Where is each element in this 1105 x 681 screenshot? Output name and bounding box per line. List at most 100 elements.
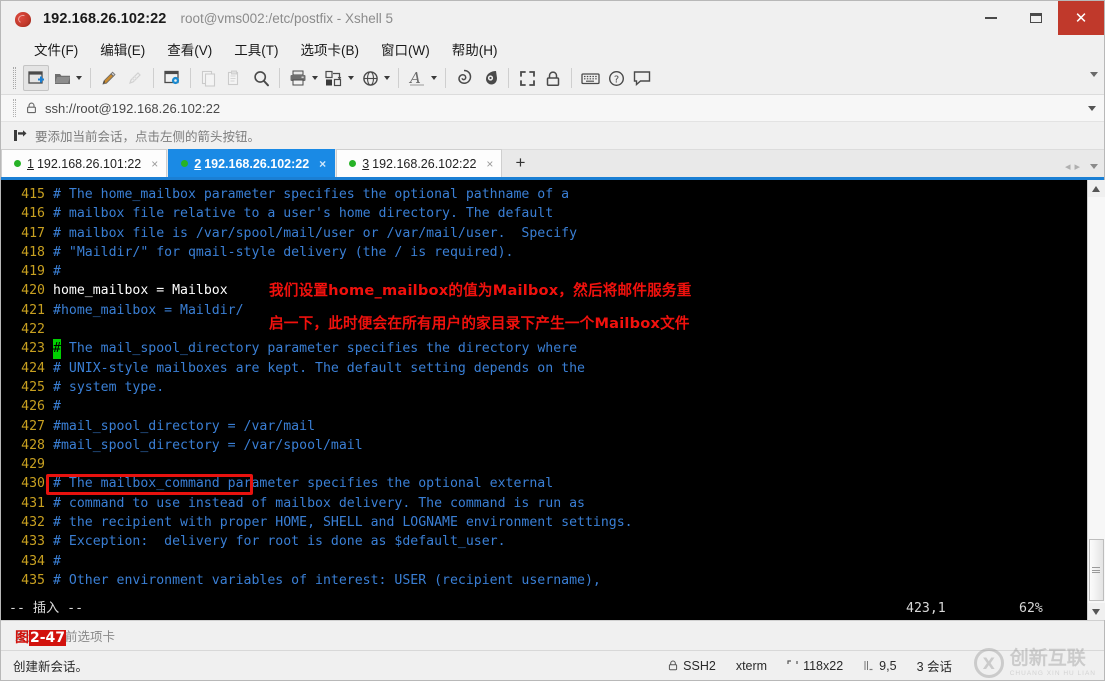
vim-status-line: -- 插入 -- 423,1 62% — [1, 598, 1087, 620]
tab-session-2[interactable]: 2 192.168.26.102:22 × — [168, 149, 336, 177]
scrollbar-track[interactable] — [1087, 197, 1105, 603]
terminal-line-number: 417 — [21, 225, 45, 241]
watermark-name-en: CHUANG XIN HU LIAN — [1009, 670, 1096, 677]
terminal-line: 416 # mailbox file relative to a user's h… — [7, 204, 1087, 223]
tab-session-3[interactable]: 3 192.168.26.102:22 × — [336, 149, 503, 177]
terminal-line-number: 428 — [21, 437, 45, 453]
session-properties-icon[interactable] — [159, 65, 185, 91]
find-icon[interactable] — [248, 65, 274, 91]
close-button[interactable]: ✕ — [1058, 1, 1104, 35]
help-icon[interactable]: ? — [603, 65, 629, 91]
toolbar-separator — [508, 68, 509, 88]
terminal-line-number: 420 — [21, 283, 45, 299]
xftp-icon[interactable] — [451, 65, 477, 91]
vim-mode-indicator: -- 插入 -- — [9, 601, 84, 617]
toolbar-overflow-icon[interactable] — [1090, 72, 1098, 77]
terminal-line: 431 # command to use instead of mailbox d… — [7, 494, 1087, 513]
print-icon[interactable] — [285, 65, 311, 91]
tab-close-icon[interactable]: × — [486, 157, 493, 171]
terminal-line-text: # Other environment variables of interes… — [53, 572, 601, 588]
menu-file[interactable]: 文件(F) — [23, 37, 89, 61]
keyboard-icon[interactable] — [577, 65, 603, 91]
toolbar-grip[interactable] — [13, 67, 16, 89]
menu-tools[interactable]: 工具(T) — [223, 37, 289, 61]
tab-status-dot-icon — [349, 160, 357, 167]
terminal-line-text: # "Maildir/" for qmail-style delivery (t… — [53, 244, 514, 260]
terminal-line-number: 429 — [21, 457, 45, 473]
toolbar-separator — [571, 68, 572, 88]
scrollbar-thumb[interactable] — [1088, 539, 1104, 601]
tab-scroll-right-icon[interactable]: ▸ — [1074, 160, 1080, 173]
add-to-favorites-icon[interactable] — [13, 129, 27, 142]
tab-index: 1 — [27, 156, 34, 171]
terminal-line-text: # command to use instead of mailbox deli… — [53, 495, 585, 511]
toolbar: A ? — [1, 62, 1104, 95]
terminal-line-number: 431 — [21, 495, 45, 511]
terminal-line: 427 #mail_spool_directory = /var/mail — [7, 417, 1087, 436]
toolbar-separator — [398, 68, 399, 88]
terminal-line-number: 419 — [21, 264, 45, 280]
tab-close-icon[interactable]: × — [319, 157, 326, 171]
terminal-line-text: # — [53, 399, 61, 415]
folder-dropdown-caret[interactable] — [76, 76, 82, 80]
terminal-line-text: #home_mailbox = Maildir/ — [53, 302, 244, 318]
transfer-dropdown-caret[interactable] — [348, 76, 354, 80]
vim-file-percent: 62% — [1019, 601, 1043, 617]
open-folder-icon[interactable] — [49, 65, 75, 91]
menu-window[interactable]: 窗口(W) — [370, 37, 441, 61]
terminal-output[interactable]: 415 # The home_mailbox parameter specifie… — [1, 180, 1087, 620]
fullscreen-icon[interactable] — [514, 65, 540, 91]
terminal-line-text: # The mail_spool_directory parameter spe… — [53, 339, 577, 359]
globe-icon[interactable] — [357, 65, 383, 91]
xagent-icon[interactable] — [477, 65, 503, 91]
terminal-line-number: 434 — [21, 553, 45, 569]
minimize-button[interactable] — [968, 1, 1013, 35]
watermark-logo: X 创新互联 CHUANG XIN HU LIAN — [973, 648, 1096, 678]
address-bar-grip[interactable] — [13, 99, 16, 117]
menu-edit[interactable]: 编辑(E) — [89, 37, 156, 61]
terminal-line: 432 # the recipient with proper HOME, SHE… — [7, 513, 1087, 532]
address-dropdown-icon[interactable] — [1088, 106, 1096, 111]
terminal-line: 434 # — [7, 552, 1087, 571]
address-bar: ssh://root@192.168.26.102:22 — [1, 95, 1104, 122]
lock-icon — [668, 660, 678, 671]
terminal-line: 428 #mail_spool_directory = /var/spool/ma… — [7, 436, 1087, 455]
print-dropdown-caret[interactable] — [312, 76, 318, 80]
scroll-down-button[interactable] — [1087, 603, 1105, 620]
status-size-label: 118x22 — [803, 658, 844, 673]
font-dropdown-caret[interactable] — [431, 76, 437, 80]
terminal-scrollbar[interactable] — [1087, 180, 1105, 620]
terminal-line-text: # the recipient with proper HOME, SHELL … — [53, 515, 633, 531]
terminal-line: 418 # "Maildir/" for qmail-style delivery… — [7, 243, 1087, 262]
tab-close-icon[interactable]: × — [151, 157, 158, 171]
transfer-file-icon[interactable] — [321, 65, 347, 91]
clear-screen-icon — [122, 65, 148, 91]
lock-icon[interactable] — [540, 65, 566, 91]
tab-navigation: ◂ ▸ — [1065, 160, 1098, 173]
tab-session-1[interactable]: 1 192.168.26.101:22 × — [1, 149, 168, 177]
tab-label: 192.168.26.101:22 — [36, 156, 142, 171]
comment-icon[interactable] — [629, 65, 655, 91]
terminal-cursor: # — [53, 339, 61, 359]
figure-caption: 图2-47 — [15, 630, 67, 646]
menu-help[interactable]: 帮助(H) — [441, 37, 509, 61]
maximize-button[interactable] — [1013, 1, 1058, 35]
scroll-up-button[interactable] — [1087, 180, 1105, 197]
terminal-line-number: 433 — [21, 534, 45, 550]
window-title-address: 192.168.26.102:22 — [43, 10, 167, 27]
app-logo-icon — [15, 10, 33, 28]
menu-tab[interactable]: 选项卡(B) — [290, 37, 371, 61]
tab-scroll-left-icon[interactable]: ◂ — [1065, 160, 1071, 173]
new-session-icon[interactable] — [23, 65, 49, 91]
tab-list-dropdown-icon[interactable] — [1090, 164, 1098, 169]
terminal-line-text: #mail_spool_directory = /var/mail — [53, 418, 316, 434]
menu-view[interactable]: 查看(V) — [156, 37, 223, 61]
new-tab-button[interactable]: + — [507, 150, 533, 176]
session-url[interactable]: ssh://root@192.168.26.102:22 — [45, 101, 220, 116]
globe-dropdown-caret[interactable] — [384, 76, 390, 80]
font-icon[interactable]: A — [404, 65, 430, 91]
edit-pencil-icon[interactable] — [96, 65, 122, 91]
toolbar-separator — [153, 68, 154, 88]
terminal-line-text: # mailbox file relative to a user's home… — [53, 206, 554, 222]
terminal-line-text: # UNIX-style mailboxes are kept. The def… — [53, 360, 585, 376]
